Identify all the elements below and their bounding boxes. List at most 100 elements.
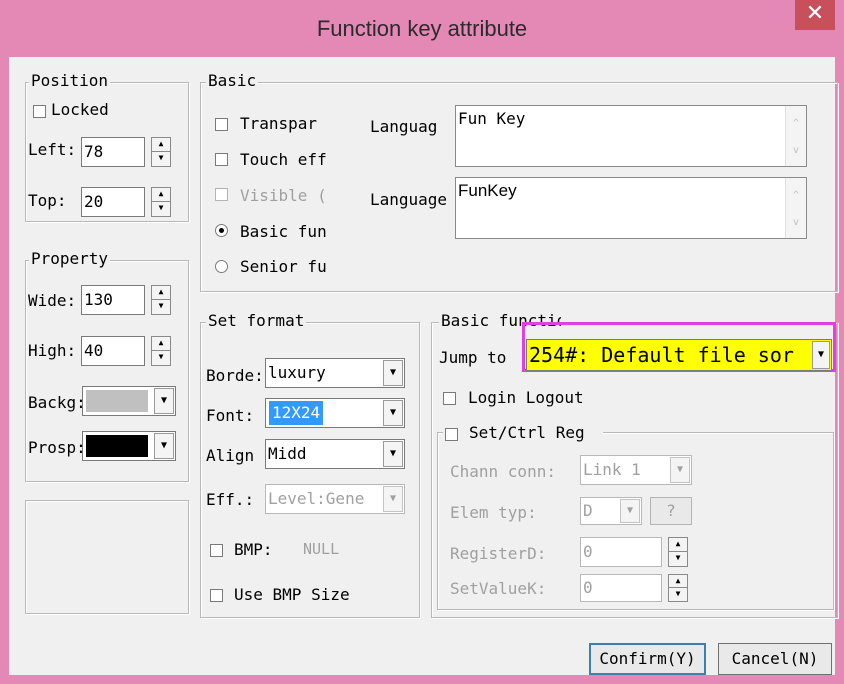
effect-value: Level:Gene [268,489,365,508]
wide-spinner[interactable]: ▲ ▼ [151,285,171,315]
scroll-down-icon[interactable]: v [786,145,806,156]
chevron-down-icon[interactable]: ▼ [620,499,640,523]
vertical-scrollbar[interactable]: ^ v [785,178,806,238]
high-input[interactable]: 40 [81,336,145,366]
jump-to-value: 254#: Default file sor [529,343,794,367]
spin-down-icon[interactable]: ▼ [152,202,170,216]
spin-up-icon[interactable]: ▲ [152,337,170,351]
background-color-select[interactable]: ▼ [82,386,176,416]
element-type-help-button[interactable]: ? [650,497,692,525]
chann-conn-label: Chann conn: [450,462,556,481]
jump-to-label: Jump to [439,348,507,367]
locked-checkbox[interactable] [33,105,46,118]
register-spinner[interactable]: ▲ ▼ [668,537,688,567]
chevron-down-icon[interactable]: ▼ [383,486,403,512]
left-spinner[interactable]: ▲ ▼ [151,137,171,167]
visible-label: Visible ( [240,186,327,205]
left-input[interactable]: 78 [81,137,145,167]
language1-label: Languag [370,117,438,136]
element-type-value: D [583,501,593,520]
touch-effect-checkbox[interactable] [215,153,228,166]
spin-down-icon[interactable]: ▼ [152,152,170,166]
elem-typ-label: Elem typ: [450,503,537,522]
register-input[interactable]: 0 [580,537,662,567]
chevron-down-icon[interactable]: ▼ [154,433,174,459]
vertical-scrollbar[interactable]: ^ v [785,106,806,166]
language1-textarea[interactable]: Fun Key ^ v [455,105,807,167]
element-type-select[interactable]: D ▼ [580,497,642,525]
set-ctrl-reg-checkbox[interactable] [445,428,458,441]
senior-function-radio[interactable] [215,260,228,273]
high-spinner[interactable]: ▲ ▼ [151,336,171,366]
bmp-label: BMP: [234,540,273,559]
set-format-legend: Set format [206,311,307,330]
chevron-down-icon[interactable]: ▼ [383,400,403,426]
confirm-button[interactable]: Confirm(Y) [589,643,706,675]
cancel-button[interactable]: Cancel(N) [718,643,832,675]
border-select[interactable]: luxury ▼ [265,358,405,388]
basic-legend: Basic [206,71,259,90]
transpar-checkbox[interactable] [215,118,228,131]
chevron-down-icon[interactable]: ▼ [812,341,830,369]
channel-connection-value: Link 1 [583,460,641,479]
setvalue-label: SetValueK: [450,579,547,598]
use-bmp-size-checkbox[interactable] [210,589,223,602]
top-label: Top: [28,191,67,210]
backg-label: Backg: [28,393,86,412]
top-spinner[interactable]: ▲ ▼ [151,187,171,217]
position-legend: Position [29,71,111,90]
wide-input[interactable]: 130 [81,285,145,315]
touch-effect-label: Touch eff [240,150,327,169]
foreground-color-swatch [86,435,148,457]
spin-up-icon[interactable]: ▲ [669,575,687,588]
border-value: luxury [268,363,326,382]
visible-checkbox[interactable] [215,188,228,201]
spin-down-icon[interactable]: ▼ [152,300,170,314]
align-label: Align [206,446,255,465]
basic-function-radio[interactable] [215,224,228,237]
bmp-checkbox[interactable] [210,544,223,557]
spin-down-icon[interactable]: ▼ [152,351,170,365]
register-label: RegisterD: [450,544,547,563]
align-value: Midd [268,444,307,463]
chevron-down-icon[interactable]: ▼ [154,388,174,414]
scroll-up-icon[interactable]: ^ [786,190,806,201]
border-label: Borde: [206,366,264,385]
chevron-down-icon[interactable]: ▼ [383,441,403,467]
property-legend: Property [29,249,111,268]
foreground-color-select[interactable]: ▼ [82,431,176,461]
align-select[interactable]: Midd ▼ [265,439,405,469]
spin-up-icon[interactable]: ▲ [152,188,170,202]
spin-up-icon[interactable]: ▲ [669,538,687,552]
close-button[interactable]: ✕ [795,0,835,30]
spin-down-icon[interactable]: ▼ [669,588,687,601]
login-logout-label: Login Logout [468,388,584,407]
top-input[interactable]: 20 [81,187,145,217]
transpar-label: Transpar [240,114,318,133]
channel-connection-select[interactable]: Link 1 ▼ [580,455,692,485]
effect-select[interactable]: Level:Gene ▼ [265,484,405,514]
chevron-down-icon[interactable]: ▼ [383,360,403,386]
spin-up-icon[interactable]: ▲ [152,286,170,300]
background-color-swatch [86,390,148,412]
setvalue-spinner[interactable]: ▲ ▼ [668,574,688,602]
close-icon: ✕ [805,1,825,26]
left-label: Left: [28,140,77,159]
spin-up-icon[interactable]: ▲ [152,138,170,152]
use-bmp-size-label: Use BMP Size [234,585,350,604]
font-label: Font: [206,406,255,425]
senior-function-label: Senior fu [240,257,327,276]
basic-function-label: Basic fun [240,222,327,241]
chevron-down-icon[interactable]: ▼ [670,457,690,483]
language2-textarea[interactable]: FunKey ^ v [455,177,807,239]
jump-to-select[interactable]: 254#: Default file sor ▼ [526,339,832,371]
language2-label: Language [370,190,448,209]
font-select[interactable]: 12X24 ▼ [265,398,405,428]
login-logout-checkbox[interactable] [443,392,456,405]
scroll-down-icon[interactable]: v [786,217,806,228]
font-value: 12X24 [269,401,324,425]
spin-down-icon[interactable]: ▼ [669,552,687,566]
wide-label: Wide: [28,291,77,310]
setvalue-input[interactable]: 0 [580,574,662,602]
scroll-up-icon[interactable]: ^ [786,118,806,129]
